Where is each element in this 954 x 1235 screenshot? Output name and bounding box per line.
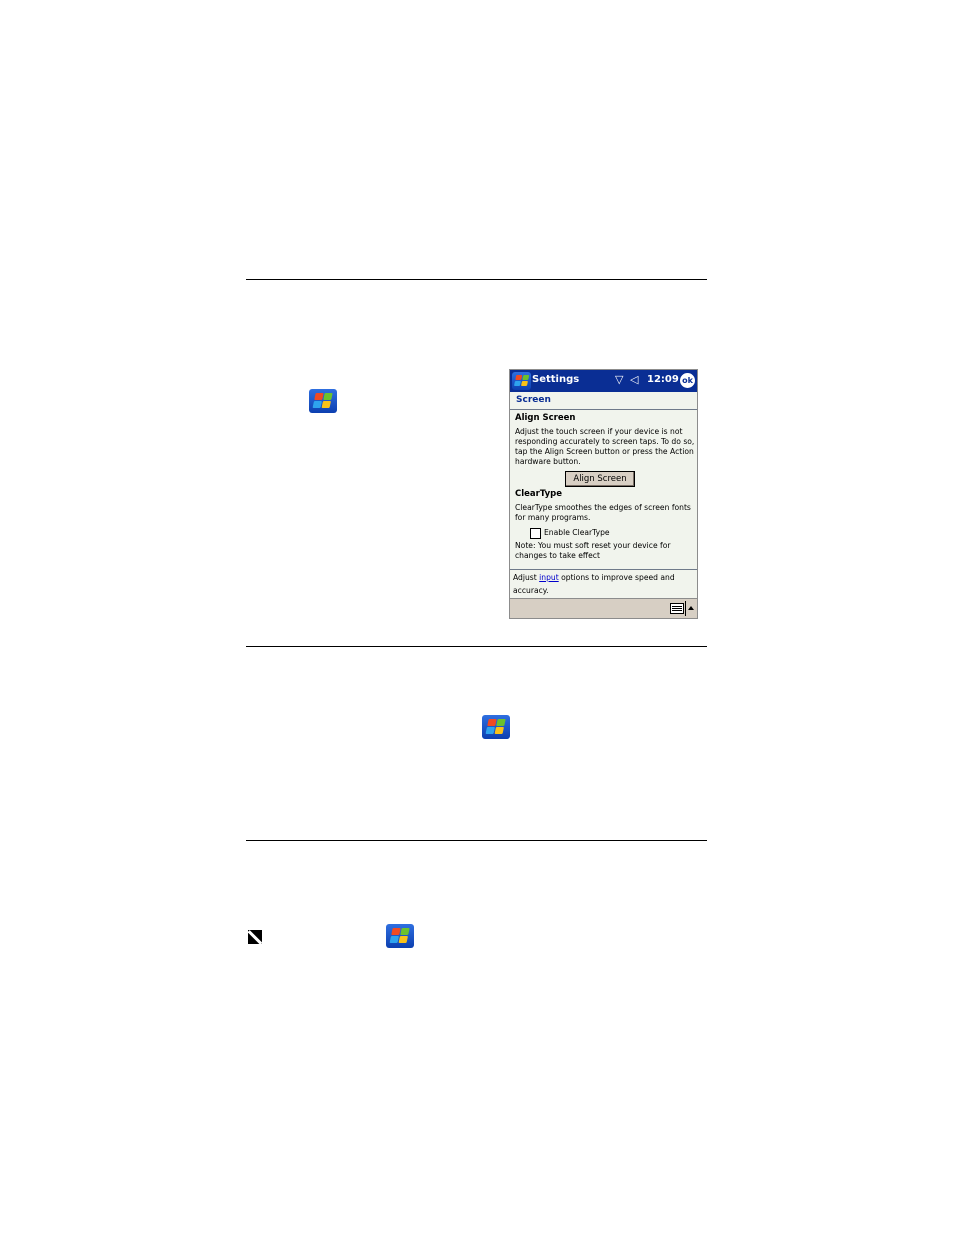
footer-prefix: Adjust — [513, 573, 540, 582]
title-bar: Settings ▽ ◁ 12:09 ok — [510, 370, 697, 392]
footer-separator — [510, 569, 697, 570]
ok-button[interactable]: ok — [680, 373, 695, 388]
note-line: Note: You must soft reset your device fo… — [515, 541, 671, 550]
cleartype-heading: ClearType — [515, 489, 563, 499]
clock[interactable]: 12:09 — [647, 374, 679, 385]
footer-text-line2: accuracy. — [513, 586, 549, 595]
signal-off-icon[interactable]: ▽ — [615, 373, 623, 386]
align-description-line: tap the Align Screen button or press the… — [515, 447, 694, 456]
windows-start-icon — [482, 715, 510, 739]
speaker-icon[interactable]: ◁ — [630, 373, 638, 386]
cleartype-description-line: for many programs. — [515, 513, 591, 522]
arrow-up-icon[interactable] — [688, 606, 694, 610]
align-description-line: Adjust the touch screen if your device i… — [515, 427, 683, 436]
enable-cleartype-checkbox[interactable] — [530, 528, 541, 539]
footer-text: Adjust input options to improve speed an… — [513, 573, 675, 583]
align-description-line: hardware button. — [515, 457, 581, 466]
page-header: Screen — [510, 392, 697, 410]
keyboard-icon[interactable] — [670, 603, 684, 614]
windows-start-icon — [386, 924, 414, 948]
cleartype-description-line: ClearType smoothes the edges of screen f… — [515, 503, 691, 512]
divider — [685, 601, 686, 616]
align-description-line: responding accurately to screen taps. To… — [515, 437, 695, 446]
enable-cleartype-label[interactable]: Enable ClearType — [544, 528, 610, 538]
section-rule-3 — [246, 840, 707, 841]
note-icon — [248, 930, 262, 944]
windows-start-icon — [309, 389, 337, 413]
page-header-title: Screen — [516, 395, 551, 405]
note-line: changes to take effect — [515, 551, 600, 560]
bottom-menu-bar — [510, 598, 697, 618]
start-menu-icon[interactable] — [512, 372, 531, 390]
pda-settings-screen: Settings ▽ ◁ 12:09 ok Screen Align Scree… — [509, 369, 698, 619]
footer-suffix: options to improve speed and — [558, 573, 675, 582]
window-title: Settings — [532, 374, 580, 385]
section-rule-1 — [246, 279, 707, 280]
section-rule-2 — [246, 646, 707, 647]
align-screen-heading: Align Screen — [515, 413, 576, 423]
align-screen-button[interactable]: Align Screen — [565, 471, 635, 487]
input-link[interactable]: input — [539, 573, 559, 582]
